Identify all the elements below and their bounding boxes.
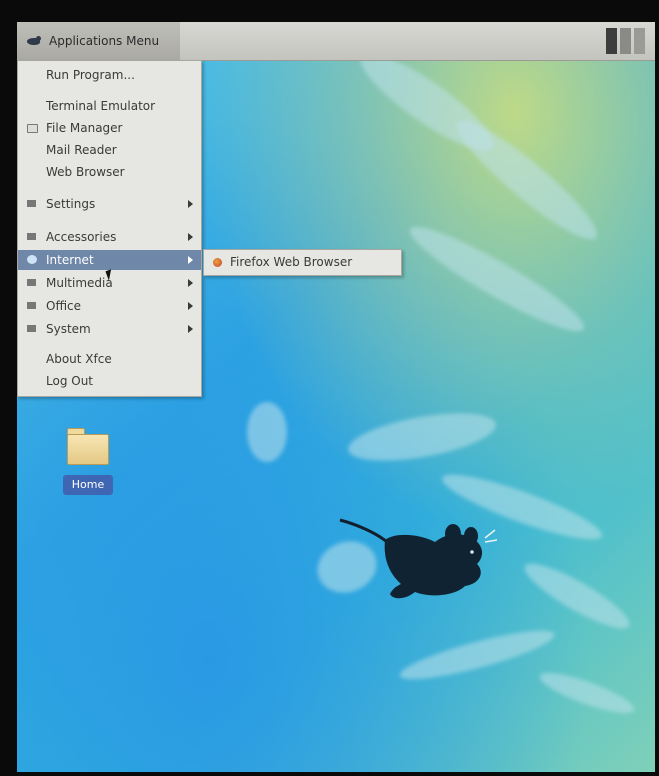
menu-item-terminal-emulator[interactable]: Terminal Emulator <box>18 96 201 116</box>
submenu-arrow-icon <box>188 200 193 208</box>
workspace-3-button[interactable] <box>634 28 645 54</box>
submenu-arrow-icon <box>188 256 193 264</box>
wallpaper-streak <box>446 108 608 252</box>
system-category-icon <box>27 325 36 332</box>
globe-icon <box>27 255 37 264</box>
internet-submenu: Firefox Web Browser <box>203 249 402 276</box>
applications-menu-button[interactable]: Applications Menu <box>17 22 180 60</box>
wallpaper-streak <box>344 404 500 470</box>
submenu-arrow-icon <box>188 279 193 287</box>
wallpaper-streak <box>396 621 558 689</box>
home-icon-label[interactable]: Home <box>63 475 113 495</box>
menu-item-mail-reader[interactable]: Mail Reader <box>18 140 201 160</box>
wallpaper-streak <box>401 214 593 344</box>
workspace-2-button[interactable] <box>620 28 631 54</box>
wallpaper-streak <box>536 665 638 721</box>
multimedia-category-icon <box>27 279 36 286</box>
xfce-mouse-logo-icon <box>339 518 498 599</box>
applications-menu-label: Applications Menu <box>49 34 160 48</box>
menu-item-system[interactable]: System <box>18 319 201 339</box>
wallpaper-streak <box>518 553 636 639</box>
home-folder-icon[interactable] <box>67 428 109 465</box>
menu-item-file-manager[interactable]: File Manager <box>18 118 201 138</box>
office-category-icon <box>27 302 36 309</box>
submenu-arrow-icon <box>188 302 193 310</box>
accessories-category-icon <box>27 233 36 240</box>
monitor-bezel: Applications Menu Run Program... Termina… <box>0 0 659 776</box>
menu-item-about-xfce[interactable]: About Xfce <box>18 349 201 369</box>
menu-item-accessories[interactable]: Accessories <box>18 227 201 247</box>
menu-item-office[interactable]: Office <box>18 296 201 316</box>
desktop[interactable]: Applications Menu Run Program... Termina… <box>17 22 655 772</box>
menu-item-internet[interactable]: Internet <box>18 250 201 270</box>
submenu-arrow-icon <box>188 233 193 241</box>
workspace-1-button[interactable] <box>606 28 617 54</box>
menu-item-settings[interactable]: Settings <box>18 194 201 214</box>
xfce-logo-icon <box>25 34 43 48</box>
wallpaper-streak <box>247 402 287 462</box>
submenu-arrow-icon <box>188 325 193 333</box>
menu-item-run-program[interactable]: Run Program... <box>18 65 201 85</box>
menu-item-web-browser[interactable]: Web Browser <box>18 162 201 182</box>
menu-item-log-out[interactable]: Log Out <box>18 371 201 391</box>
firefox-icon <box>213 258 222 267</box>
applications-menu: Run Program... Terminal Emulator File Ma… <box>17 60 202 397</box>
settings-category-icon <box>27 200 36 207</box>
menu-item-firefox-web-browser[interactable]: Firefox Web Browser <box>204 250 401 275</box>
top-panel: Applications Menu <box>17 22 655 61</box>
folder-icon <box>27 124 38 133</box>
